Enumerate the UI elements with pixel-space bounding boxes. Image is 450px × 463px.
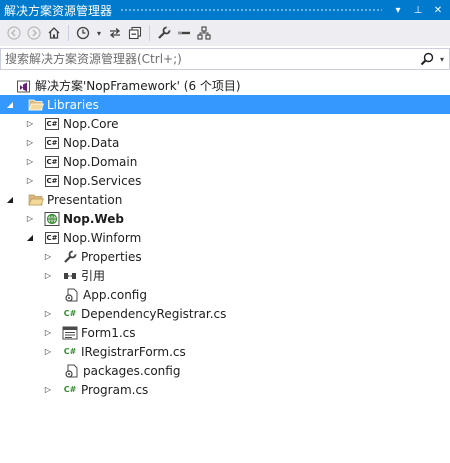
- tree-item-nop-data[interactable]: ▷ C# Nop.Data: [0, 133, 450, 152]
- presentation-label: Presentation: [47, 192, 123, 207]
- cs-badge: C#: [45, 174, 59, 187]
- sync-icon[interactable]: [105, 23, 125, 43]
- references-icon: [62, 268, 78, 284]
- tree-item-properties[interactable]: ▷ Properties: [0, 247, 450, 266]
- collapsed-arrow-icon[interactable]: ▷: [42, 266, 54, 285]
- csharp-file-icon: C#: [62, 344, 78, 360]
- tree-item-nop-services[interactable]: ▷ C# Nop.Services: [0, 171, 450, 190]
- search-box: ▾: [0, 48, 450, 70]
- folder-open-icon: [28, 192, 44, 208]
- folder-open-icon: [28, 97, 44, 113]
- collapsed-arrow-icon[interactable]: ▷: [24, 152, 36, 171]
- iregistrar-form-label: IRegistrarForm.cs: [81, 344, 186, 359]
- window-options-icon[interactable]: ▾: [390, 5, 406, 16]
- window-title: 解决方案资源管理器: [4, 3, 113, 18]
- nop-services-label: Nop.Services: [63, 173, 142, 188]
- tree-item-solution[interactable]: 解决方案'NopFramework' (6 个项目): [0, 76, 450, 95]
- expanded-arrow-icon[interactable]: ◢: [24, 228, 36, 247]
- csharp-file-icon: C#: [62, 382, 78, 398]
- collapsed-arrow-icon[interactable]: ▷: [42, 247, 54, 266]
- toolbar: ▾: [0, 20, 450, 46]
- app-config-label: App.config: [83, 287, 147, 302]
- collapsed-arrow-icon[interactable]: ▷: [42, 323, 54, 342]
- cs-file-glyph: C#: [63, 347, 77, 356]
- collapsed-arrow-icon[interactable]: ▷: [42, 342, 54, 361]
- collapse-all-icon[interactable]: [125, 23, 145, 43]
- back-icon[interactable]: [4, 23, 24, 43]
- title-grip[interactable]: [120, 7, 382, 13]
- chevron-down-icon[interactable]: ▾: [93, 23, 105, 43]
- cs-badge: C#: [45, 155, 59, 168]
- form1-label: Form1.cs: [81, 325, 136, 340]
- forward-icon[interactable]: [24, 23, 44, 43]
- config-file-icon: [64, 287, 80, 303]
- tree-item-libraries[interactable]: ◢ Libraries: [0, 95, 450, 114]
- collapsed-arrow-icon[interactable]: ▷: [24, 171, 36, 190]
- tree-item-nop-core[interactable]: ▷ C# Nop.Core: [0, 114, 450, 133]
- csharp-project-icon: C#: [44, 135, 60, 151]
- csharp-file-icon: C#: [62, 306, 78, 322]
- csharp-project-icon: C#: [44, 154, 60, 170]
- config-file-icon: [64, 363, 80, 379]
- tree-item-packages-config[interactable]: packages.config: [0, 361, 450, 380]
- libraries-label: Libraries: [47, 97, 99, 112]
- properties-label: Properties: [81, 249, 142, 264]
- nop-domain-label: Nop.Domain: [63, 154, 138, 169]
- csharp-project-icon: C#: [44, 230, 60, 246]
- tree-item-nop-winform[interactable]: ◢ C# Nop.Winform: [0, 228, 450, 247]
- program-label: Program.cs: [81, 382, 149, 397]
- cs-file-glyph: C#: [63, 385, 77, 394]
- search-icon[interactable]: [419, 51, 435, 67]
- tree-item-app-config[interactable]: App.config: [0, 285, 450, 304]
- search-input[interactable]: [1, 52, 419, 66]
- references-label: 引用: [81, 269, 106, 283]
- collapsed-arrow-icon[interactable]: ▷: [24, 133, 36, 152]
- csharp-project-icon: C#: [44, 173, 60, 189]
- nop-core-label: Nop.Core: [63, 116, 119, 131]
- toolbar-separator: [149, 25, 150, 41]
- home-icon[interactable]: [44, 23, 64, 43]
- collapsed-arrow-icon[interactable]: ▷: [42, 304, 54, 323]
- collapsed-arrow-icon[interactable]: ▷: [24, 114, 36, 133]
- cs-badge: C#: [45, 117, 59, 130]
- dependency-registrar-label: DependencyRegistrar.cs: [81, 306, 227, 321]
- tree-item-nop-domain[interactable]: ▷ C# Nop.Domain: [0, 152, 450, 171]
- expanded-arrow-icon[interactable]: ◢: [4, 95, 16, 114]
- packages-config-label: packages.config: [83, 363, 181, 378]
- collapsed-arrow-icon[interactable]: ▷: [24, 209, 36, 228]
- cs-badge: C#: [45, 231, 59, 244]
- tree-item-form1[interactable]: ▷ Form1.cs: [0, 323, 450, 342]
- collapsed-arrow-icon[interactable]: ▷: [42, 380, 54, 399]
- wrench-icon: [62, 249, 78, 265]
- tree-item-iregistrar-form[interactable]: ▷ C# IRegistrarForm.cs: [0, 342, 450, 361]
- csharp-project-icon: C#: [44, 116, 60, 132]
- tree-item-program[interactable]: ▷ C# Program.cs: [0, 380, 450, 399]
- properties-wrench-icon[interactable]: [154, 23, 174, 43]
- solution-label: 解决方案'NopFramework' (6 个项目): [35, 79, 241, 93]
- cs-file-glyph: C#: [63, 309, 77, 318]
- web-project-icon: [44, 211, 60, 227]
- show-all-files-icon[interactable]: [174, 23, 194, 43]
- search-options-dropdown[interactable]: ▾: [435, 55, 449, 64]
- tree-item-dependency-registrar[interactable]: ▷ C# DependencyRegistrar.cs: [0, 304, 450, 323]
- nop-winform-label: Nop.Winform: [63, 230, 142, 245]
- pending-changes-icon[interactable]: [73, 23, 93, 43]
- class-diagram-icon[interactable]: [194, 23, 214, 43]
- solution-tree: 解决方案'NopFramework' (6 个项目) ◢ Libraries ▷…: [0, 76, 450, 399]
- pin-icon[interactable]: ⊥: [410, 5, 426, 16]
- cs-badge: C#: [45, 136, 59, 149]
- form-file-icon: [62, 325, 78, 341]
- tree-item-nop-web[interactable]: ▷ Nop.Web: [0, 209, 450, 228]
- nop-data-label: Nop.Data: [63, 135, 120, 150]
- solution-icon: [16, 78, 32, 94]
- tree-item-references[interactable]: ▷ 引用: [0, 266, 450, 285]
- title-bar: 解决方案资源管理器 ▾ ⊥ ✕: [0, 0, 450, 20]
- nop-web-label: Nop.Web: [63, 211, 124, 226]
- tree-item-presentation[interactable]: ◢ Presentation: [0, 190, 450, 209]
- expanded-arrow-icon[interactable]: ◢: [4, 190, 16, 209]
- toolbar-separator: [68, 25, 69, 41]
- close-icon[interactable]: ✕: [430, 5, 446, 16]
